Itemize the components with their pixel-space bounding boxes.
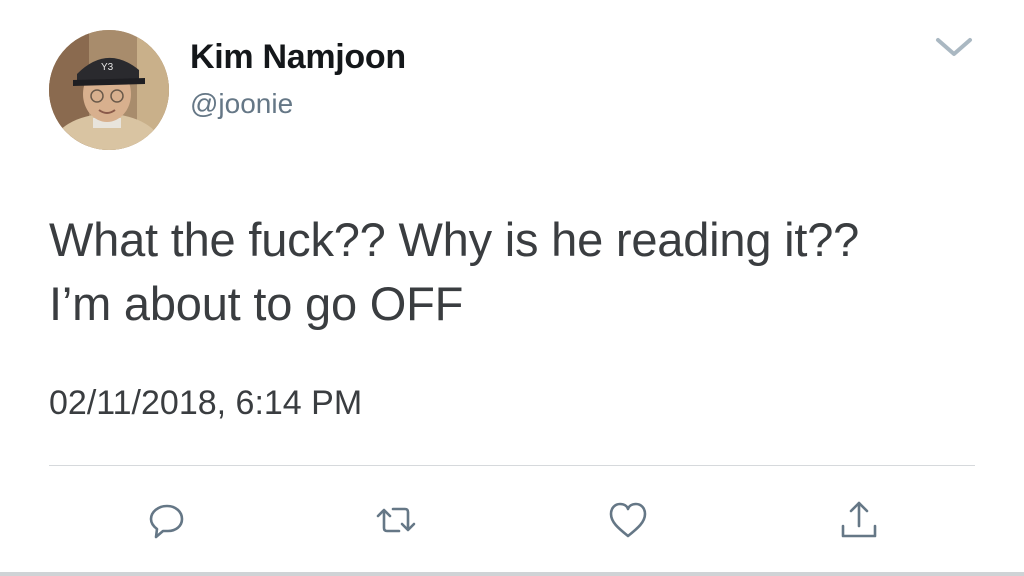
- svg-text:Y3: Y3: [101, 62, 114, 73]
- share-icon[interactable]: [835, 496, 883, 544]
- chevron-down-icon[interactable]: [932, 30, 976, 66]
- retweet-icon[interactable]: [372, 496, 420, 544]
- author-display-name[interactable]: Kim Namjoon: [190, 38, 406, 77]
- reply-icon[interactable]: [143, 496, 191, 544]
- heart-icon[interactable]: [604, 496, 652, 544]
- bottom-edge: [0, 572, 1024, 576]
- tweet-timestamp[interactable]: 02/11/2018, 6:14 PM: [49, 384, 362, 423]
- avatar-photo: Y3: [49, 30, 169, 150]
- avatar[interactable]: Y3: [49, 30, 169, 150]
- divider: [49, 465, 975, 466]
- author-handle[interactable]: @joonie: [190, 88, 293, 120]
- tweet-text: What the fuck?? Why is he reading it?? I…: [49, 213, 860, 330]
